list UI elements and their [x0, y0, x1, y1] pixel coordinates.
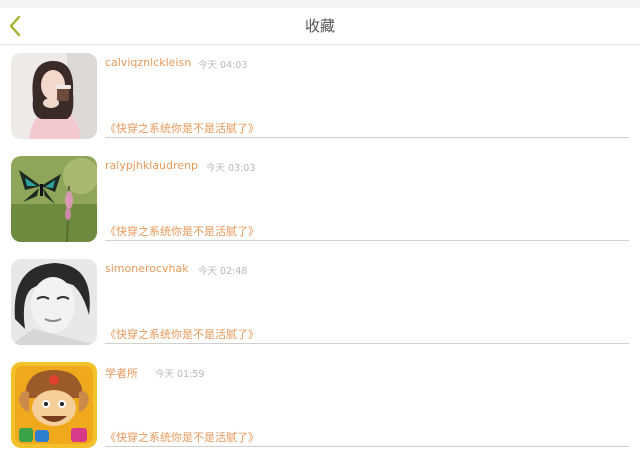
- list-item[interactable]: 学者所 今天 01:59 《快穿之系统你是不是活腻了》: [0, 354, 640, 457]
- status-bar: [0, 0, 640, 8]
- divider: [105, 343, 629, 344]
- divider: [105, 446, 629, 447]
- timestamp: 今天 04:03: [198, 60, 248, 71]
- book-title-link[interactable]: 《快穿之系统你是不是活腻了》: [105, 120, 259, 136]
- cartoon-game-avatar[interactable]: [11, 362, 97, 448]
- divider: [105, 137, 629, 138]
- username[interactable]: ralypjhklaudrenp: [105, 159, 198, 172]
- timestamp: 今天 02:48: [198, 266, 248, 277]
- username[interactable]: 学者所: [105, 365, 138, 381]
- book-title-link[interactable]: 《快穿之系统你是不是活腻了》: [105, 429, 259, 445]
- book-title-link[interactable]: 《快穿之系统你是不是活腻了》: [105, 326, 259, 342]
- username[interactable]: calviqznlckleisn: [105, 56, 191, 69]
- timestamp: 今天 03:03: [206, 163, 256, 174]
- list-item[interactable]: simonerocvhak 今天 02:48 《快穿之系统你是不是活腻了》: [0, 251, 640, 354]
- bw-portrait-avatar[interactable]: [11, 259, 97, 345]
- girl-photo-avatar[interactable]: [11, 53, 97, 139]
- list-item[interactable]: ralypjhklaudrenp 今天 03:03 《快穿之系统你是不是活腻了》: [0, 148, 640, 251]
- favorites-list: calviqznlckleisn 今天 04:03 《快穿之系统你是不是活腻了》: [0, 45, 640, 457]
- username[interactable]: simonerocvhak: [105, 262, 189, 275]
- page-title: 收藏: [304, 17, 335, 35]
- divider: [105, 240, 629, 241]
- list-item[interactable]: calviqznlckleisn 今天 04:03 《快穿之系统你是不是活腻了》: [0, 45, 640, 148]
- butterfly-photo-avatar[interactable]: [11, 156, 97, 242]
- book-title-link[interactable]: 《快穿之系统你是不是活腻了》: [105, 223, 259, 239]
- app-header: 收藏: [0, 8, 640, 45]
- timestamp: 今天 01:59: [155, 369, 205, 380]
